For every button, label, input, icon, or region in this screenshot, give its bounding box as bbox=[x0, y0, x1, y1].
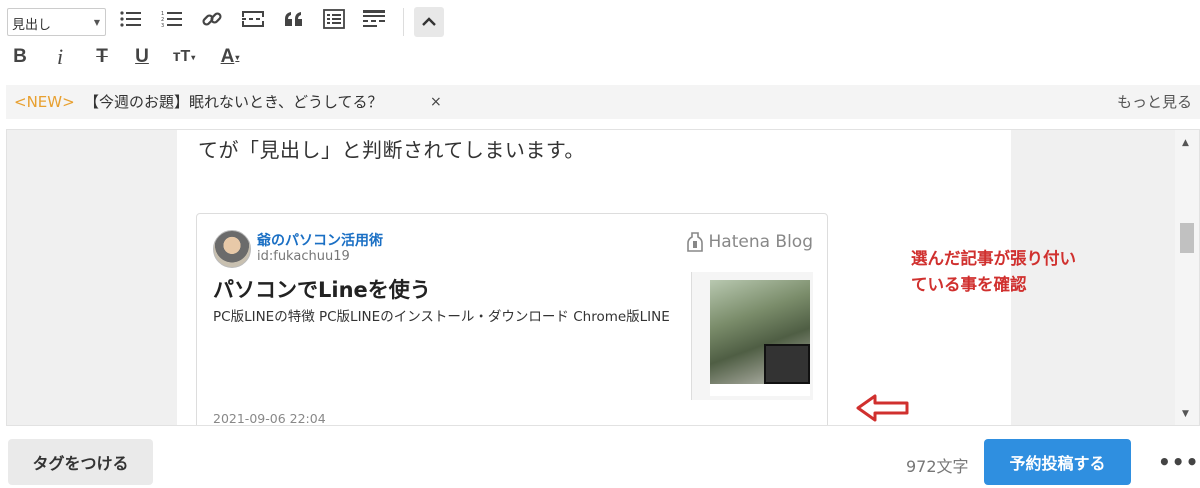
close-icon[interactable]: × bbox=[430, 85, 442, 119]
card-description: PC版LINEの特徴 PC版LINEのインストール・ダウンロード Chrome版… bbox=[213, 309, 670, 325]
italic-button[interactable]: i bbox=[46, 43, 74, 71]
annotation-line-2: ている事を確認 bbox=[911, 275, 1027, 294]
chevron-up-icon bbox=[422, 17, 436, 26]
editor-page[interactable]: てが「見出し」と判断されてしまいます。 爺のパソコン活用術 id:fukachu… bbox=[177, 130, 1011, 426]
bulleted-list-icon[interactable] bbox=[117, 5, 145, 33]
strikethrough-button[interactable]: T bbox=[88, 43, 116, 71]
scroll-up-icon[interactable]: ▲ bbox=[1182, 138, 1189, 148]
bold-button[interactable]: B bbox=[6, 43, 34, 71]
blog-id: id:fukachuu19 bbox=[257, 249, 350, 264]
table-of-contents-icon[interactable] bbox=[320, 5, 348, 33]
caret-down-icon: ▾ bbox=[235, 52, 240, 62]
thumbnail-caption-strip bbox=[710, 384, 810, 396]
more-tag-icon[interactable] bbox=[360, 5, 388, 33]
weekly-topic-bar: <NEW> 【今週のお題】眠れないとき、どうしてる？ × もっと見る bbox=[6, 85, 1200, 119]
format-select[interactable]: 見出し ▼ bbox=[7, 8, 106, 36]
more-topics-link[interactable]: もっと見る bbox=[1117, 85, 1192, 119]
scroll-down-icon[interactable]: ▼ bbox=[1182, 409, 1189, 419]
body-text: てが「見出し」と判断されてしまいます。 bbox=[198, 138, 585, 162]
card-title[interactable]: パソコンでLineを使う bbox=[213, 274, 431, 304]
hatena-blog-logo: Hatena Blog bbox=[686, 232, 814, 252]
format-select-value: 見出し bbox=[12, 18, 52, 33]
card-date: 2021-09-06 22:04 bbox=[213, 411, 326, 426]
blog-name[interactable]: 爺のパソコン活用術 bbox=[257, 230, 383, 250]
annotation-line-1: 選んだ記事が張り付い bbox=[911, 249, 1076, 268]
caret-down-icon: ▾ bbox=[191, 52, 196, 62]
blog-card-embed[interactable]: 爺のパソコン活用術 id:fukachuu19 Hatena Blog パソコン… bbox=[196, 213, 828, 426]
more-options-icon[interactable]: ••• bbox=[1158, 450, 1199, 474]
editor-area[interactable]: てが「見出し」と判断されてしまいます。 爺のパソコン活用術 id:fukachu… bbox=[6, 129, 1200, 426]
editor-scrollbar[interactable]: ▲ ▼ bbox=[1175, 130, 1199, 425]
toolbar-divider bbox=[403, 8, 404, 36]
thumbnail-phone-image bbox=[764, 344, 810, 384]
numbered-list-icon[interactable]: 123 bbox=[158, 5, 186, 33]
editor-toolbar: 見出し ▼ 123 B i T U тT ▾ A ▾ bbox=[0, 0, 1200, 80]
hatena-bottle-icon bbox=[686, 232, 703, 252]
scrollbar-thumb[interactable] bbox=[1180, 223, 1194, 253]
card-thumbnail bbox=[691, 272, 813, 400]
add-tag-button[interactable]: タグをつける bbox=[8, 439, 153, 485]
collapse-toolbar-button[interactable] bbox=[414, 7, 444, 37]
quote-icon[interactable] bbox=[280, 5, 308, 33]
brand-text: Hatena Blog bbox=[708, 232, 814, 252]
arrow-left-icon bbox=[856, 394, 909, 422]
annotation-note: 選んだ記事が張り付い ている事を確認 bbox=[911, 246, 1076, 298]
svg-text:3: 3 bbox=[161, 23, 164, 28]
text-size-button[interactable]: тT ▾ bbox=[170, 43, 198, 71]
underline-button[interactable]: U bbox=[128, 43, 156, 71]
character-count: 972文字 bbox=[906, 457, 969, 476]
text-color-button[interactable]: A ▾ bbox=[216, 43, 244, 71]
chevron-down-icon: ▼ bbox=[93, 18, 100, 27]
avatar bbox=[213, 230, 251, 268]
page-break-icon[interactable] bbox=[239, 5, 267, 33]
link-icon[interactable] bbox=[198, 5, 226, 33]
topic-link[interactable]: 【今週のお題】眠れないとき、どうしてる？ bbox=[84, 85, 383, 119]
schedule-post-button[interactable]: 予約投稿する bbox=[984, 439, 1131, 485]
new-badge: <NEW> bbox=[14, 93, 75, 111]
